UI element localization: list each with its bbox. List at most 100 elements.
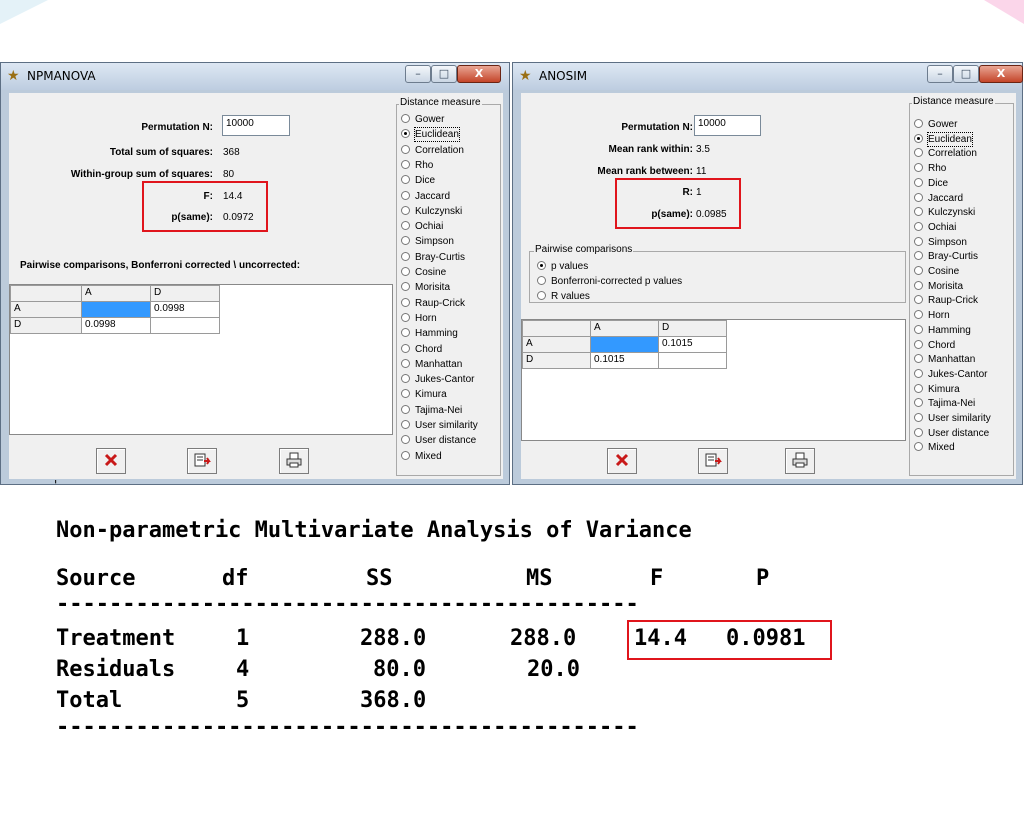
distance-option-label: Euclidean	[414, 127, 460, 143]
distance-option-label: Jaccard	[415, 190, 451, 202]
distance-option-label: Dice	[415, 175, 436, 187]
grid-cell[interactable]	[150, 317, 220, 334]
row-df: 5	[236, 688, 250, 713]
row-df: 1	[236, 626, 250, 651]
distance-option-label: Correlation	[928, 148, 977, 160]
pairwise-group-title: Pairwise comparisons	[534, 244, 634, 255]
anosim-titlebar[interactable]: ★ ANOSIM – □ X	[513, 63, 1023, 90]
maximize-button[interactable]: □	[953, 65, 979, 83]
distance-option-label: Cosine	[928, 266, 960, 277]
close-window-button[interactable]: X	[979, 65, 1023, 83]
summary-rule-bottom: ----------------------------------------…	[56, 715, 639, 740]
close-results-button[interactable]	[96, 448, 126, 474]
distance-option-label: Simpson	[415, 236, 454, 248]
radio-icon	[401, 297, 410, 307]
distance-option-label: Morisita	[928, 280, 964, 292]
radio-icon	[914, 413, 923, 422]
pairwise-grid[interactable]: A D A 0.0998 D 0.0998	[9, 284, 393, 435]
distance-option-label: Ochiai	[415, 221, 444, 233]
mean-rank-within-label: Mean rank within:	[608, 144, 693, 155]
grid-cell[interactable]	[658, 352, 727, 369]
distance-measure-title: Distance measure	[399, 97, 482, 108]
distance-option-label: Hamming	[415, 328, 458, 340]
grid-cell[interactable]: 0.1015	[658, 336, 727, 353]
mean-rank-between-label: Mean rank between:	[597, 166, 693, 177]
row-ms: 20.0	[527, 657, 580, 682]
distance-option-label: Kimura	[928, 383, 960, 395]
radio-icon	[914, 368, 923, 378]
permutation-input[interactable]: 10000	[222, 115, 290, 136]
distance-option-label: Correlation	[415, 144, 464, 156]
radio-icon	[914, 133, 923, 143]
minimize-button[interactable]: –	[405, 65, 431, 83]
npmanova-titlebar[interactable]: ★ NPMANOVA – □ X	[1, 63, 509, 90]
grid-corner	[522, 320, 591, 337]
grid-cell-selected[interactable]	[81, 301, 151, 318]
grid-cell[interactable]: 0.0998	[81, 317, 151, 334]
distance-option-label: Horn	[415, 312, 437, 324]
distance-option-label: Jukes-Cantor	[928, 368, 988, 380]
radio-icon	[914, 221, 923, 231]
copy-button[interactable]	[187, 448, 217, 474]
print-button[interactable]	[785, 448, 815, 474]
distance-option-label: Simpson	[928, 236, 967, 248]
distance-option-label: Dice	[928, 177, 949, 189]
radio-icon	[401, 114, 410, 123]
summary-title: Non-parametric Multivariate Analysis of …	[56, 518, 692, 543]
app-icon: ★	[519, 68, 532, 84]
radio-icon	[914, 192, 923, 202]
distance-measure-panel: Distance measure Gower Euclidean Correlati…	[906, 93, 1016, 479]
radio-icon	[401, 420, 410, 429]
header-source: Source	[56, 566, 136, 591]
row-source: Treatment	[56, 626, 176, 651]
close-results-button[interactable]	[607, 448, 637, 474]
maximize-button[interactable]: □	[431, 65, 457, 83]
pairwise-label: Pairwise comparisons, Bonferroni correct…	[20, 260, 301, 271]
grid-column-header: A	[590, 320, 659, 337]
grid-cell[interactable]: 0.0998	[150, 301, 220, 318]
distance-option-label: Mixed	[928, 442, 955, 454]
distance-measure-title: Distance measure	[912, 96, 995, 107]
grid-column-header: D	[150, 285, 220, 302]
distance-option-label: Raup-Crick	[928, 295, 979, 307]
radio-icon	[914, 280, 923, 290]
app-icon: ★	[7, 68, 20, 84]
radio-icon	[914, 236, 923, 246]
permutation-label: Permutation N:	[621, 122, 693, 133]
close-window-button[interactable]: X	[457, 65, 501, 83]
row-ss: 80.0	[373, 657, 426, 682]
row-ms: 288.0	[510, 626, 577, 651]
grid-cell[interactable]: 0.1015	[590, 352, 659, 369]
distance-option-label: Euclidean	[927, 131, 973, 147]
red-x-icon	[104, 454, 118, 467]
radio-icon	[537, 291, 546, 300]
header-df: df	[222, 566, 249, 591]
grid-row-header: A	[10, 301, 82, 318]
radio-icon	[401, 312, 410, 322]
grid-cell-selected[interactable]	[590, 336, 659, 353]
radio-icon	[401, 267, 410, 276]
permutation-label: Permutation N:	[141, 122, 213, 133]
within-ss-value: 80	[223, 169, 235, 180]
pairwise-grid[interactable]: A D A 0.1015 D 0.1015	[521, 319, 906, 441]
highlight-box	[615, 178, 741, 229]
within-ss-label: Within-group sum of squares:	[70, 169, 213, 180]
grid-row-header: D	[522, 352, 591, 369]
distance-option-label: Rho	[928, 163, 947, 175]
copy-button[interactable]	[698, 448, 728, 474]
distance-option-label: Tajima-Nei	[415, 404, 463, 416]
distance-option-label: User distance	[415, 435, 477, 447]
radio-icon	[914, 324, 923, 334]
distance-option-label: Kimura	[415, 389, 447, 401]
total-ss-label: Total sum of squares:	[109, 147, 213, 158]
grid-column-header: D	[658, 320, 727, 337]
anosim-client: Permutation N: 10000 Mean rank within: 3…	[521, 93, 1016, 479]
distance-option-label: Jaccard	[928, 192, 964, 204]
highlight-box	[142, 181, 268, 232]
permutation-input[interactable]: 10000	[694, 115, 761, 136]
distance-option-label: User distance	[928, 427, 990, 439]
print-button[interactable]	[279, 448, 309, 474]
row-source: Total	[56, 688, 123, 713]
grid-column-header: A	[81, 285, 151, 302]
minimize-button[interactable]: –	[927, 65, 953, 83]
